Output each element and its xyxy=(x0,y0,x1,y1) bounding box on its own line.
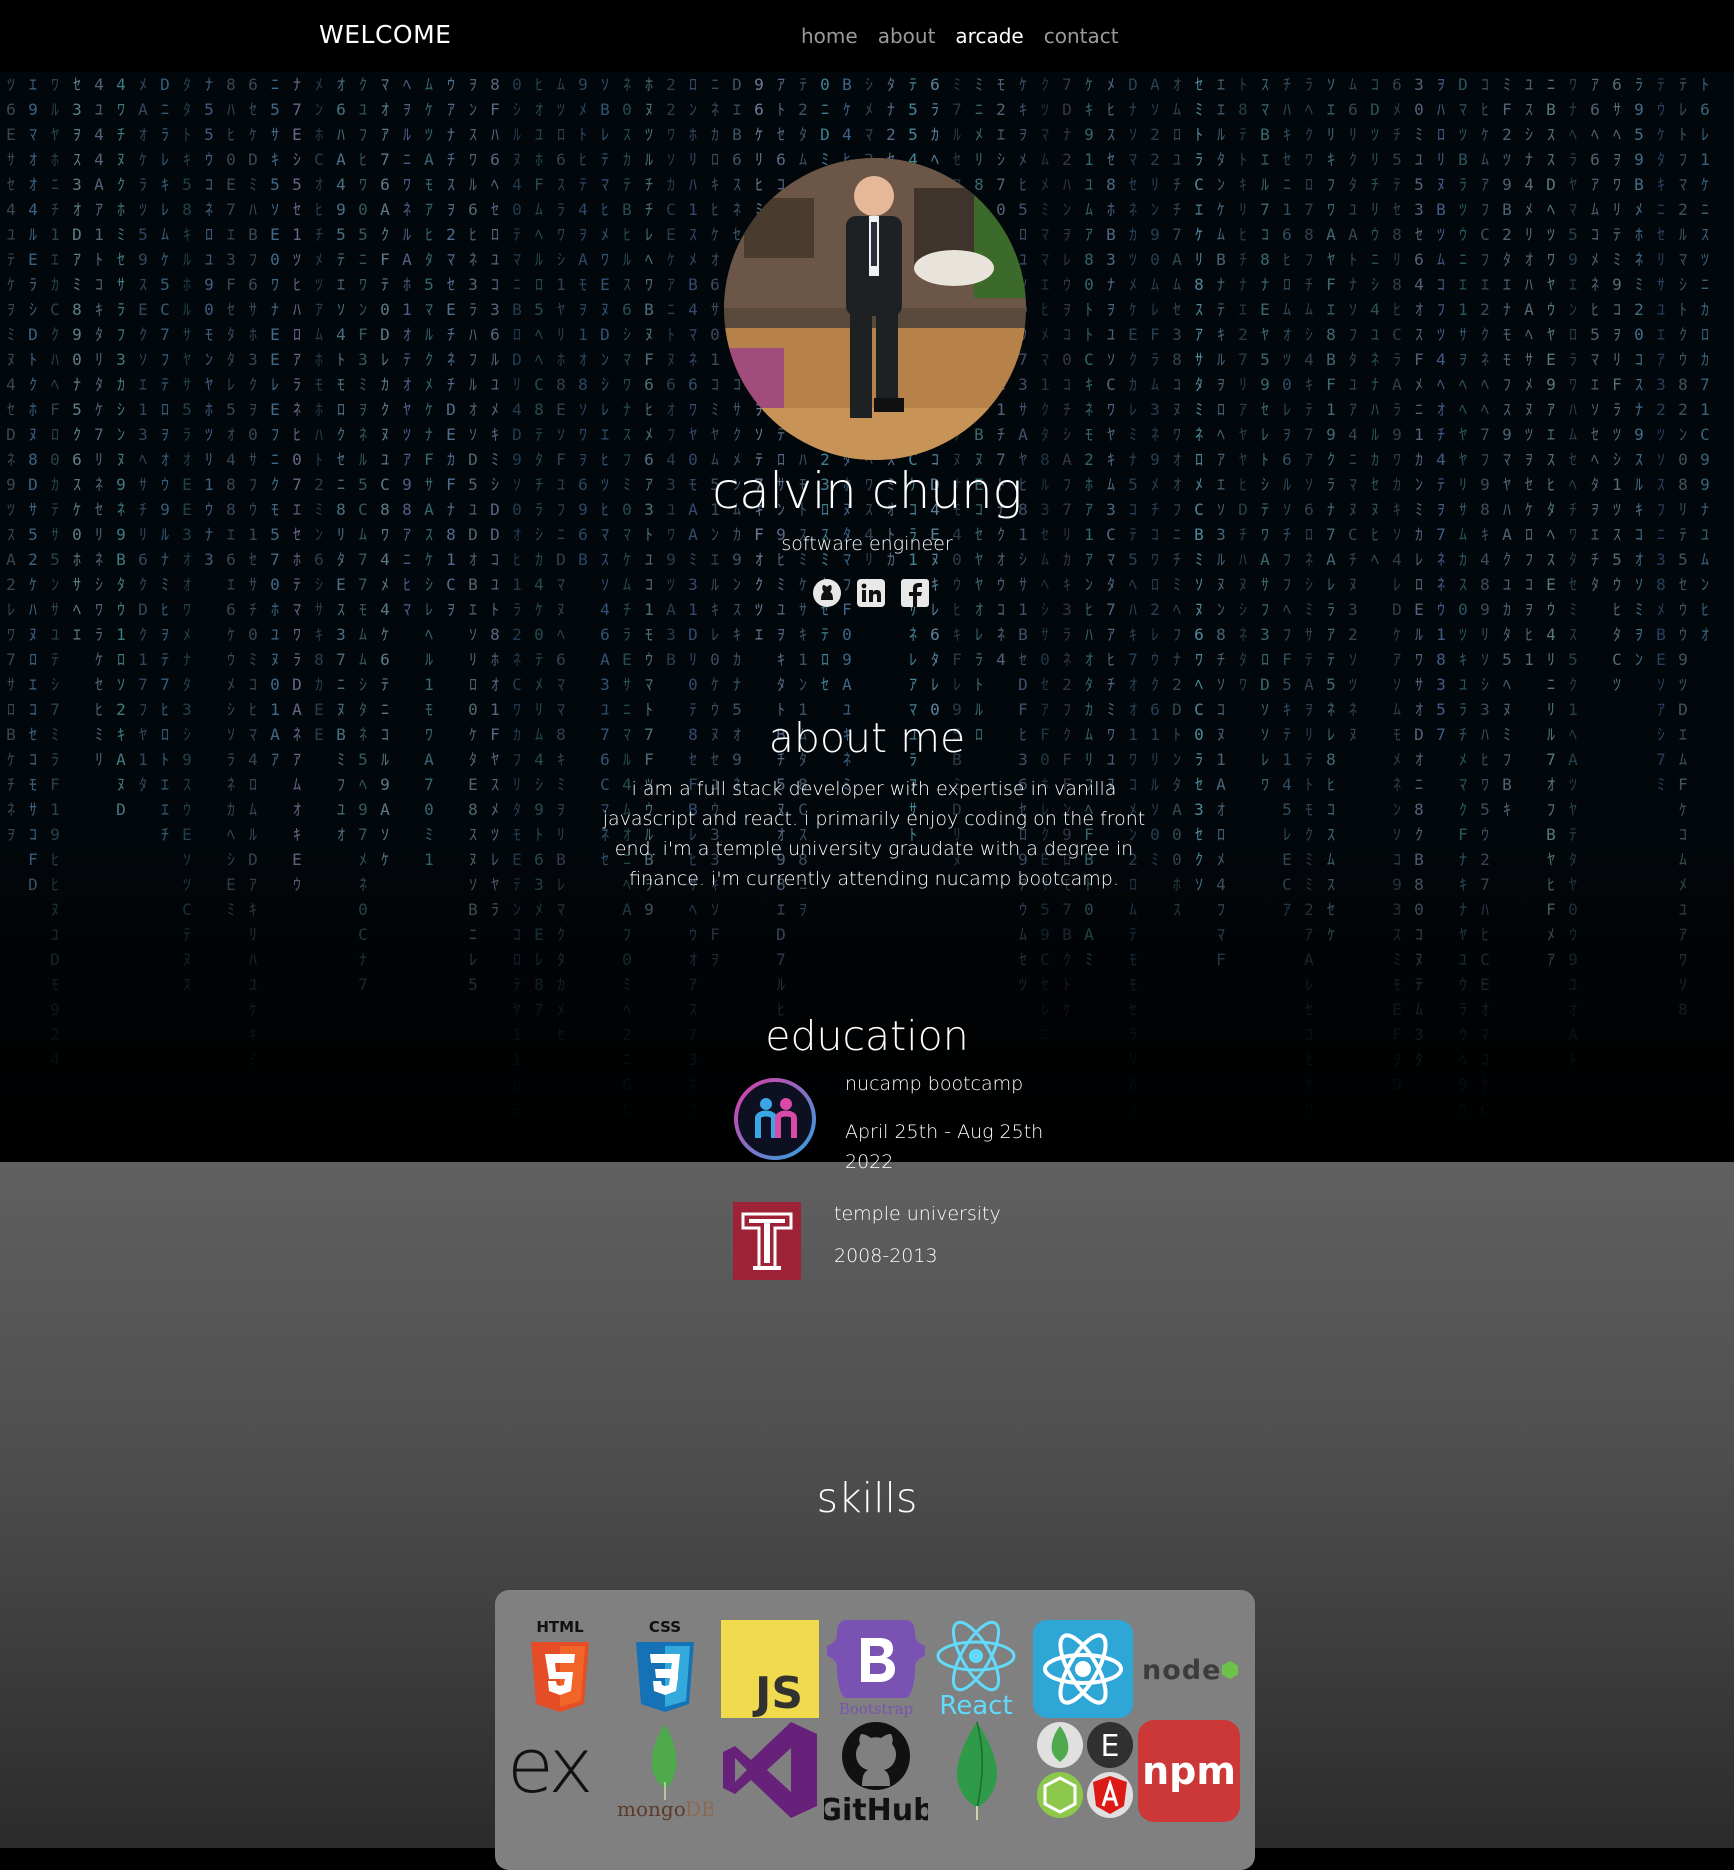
react-native-icon xyxy=(1033,1620,1133,1718)
skills-panel: HTML CSS JS Bootstrap React node ex mong… xyxy=(495,1590,1255,1870)
html-logo-text: HTML xyxy=(536,1618,584,1636)
nav-links: home about arcade contact xyxy=(801,24,1119,48)
edu-dates: April 25th - Aug 25th 2022 xyxy=(845,1121,1044,1173)
brand-title[interactable]: WELCOME xyxy=(319,20,451,49)
nav-link-home[interactable]: home xyxy=(801,24,858,48)
bootstrap-icon: Bootstrap Bootstrap xyxy=(827,1620,925,1718)
matrix-column: ﾆ 5 ｻ ｷ 5 ｿ E 0 ﾜ ﾅ E E ﾚ E ﾌ ﾆ ｸ ﾓ 5 7 … xyxy=(270,75,280,769)
matrix-column: ｴ ｴ ﾙ ﾀ ﾝ ｹ ﾑ B ﾅ ﾃ ｷ ﾙ ｦ ﾛ ﾍ ｱ ｴ ｿ 3 ﾙ … xyxy=(1216,75,1226,969)
github-icon[interactable] xyxy=(812,578,842,608)
matrix-column: ﾒ ﾋ ｽ ｾ 8 ﾎ B 3 ﾅ ｦ ﾕ ｿ C ﾜ ﾔ ｷ ﾑ 3 C ﾏ … xyxy=(1106,75,1116,794)
js-logo-text: JS xyxy=(752,1668,803,1718)
github-logo-icon: GitHub xyxy=(817,1720,935,1828)
mean-stack-icon: E xyxy=(1035,1720,1135,1820)
edu-item-temple: temple university 2008-2013 xyxy=(834,1203,1034,1267)
matrix-column: ｾ 3 ｦ ｽ 3 ｵ D ｱ ﾐ 8 9 0 ﾅ 5 ｸ 6 ｽ ｹ 0 ﾎ … xyxy=(72,75,82,644)
about-text: i am a full stack developer with experti… xyxy=(602,778,1146,890)
matrix-column: 4 ﾕ 4 4 A ｱ 1 ﾄ ｺ ｷ ﾀ ﾘ ﾀ ｹ 7 ﾘ ﾈ ｾ ﾘ ﾈ … xyxy=(94,75,104,769)
express-e-text: E xyxy=(1101,1729,1120,1764)
navbar: WELCOME home about arcade contact xyxy=(0,0,1734,72)
edu-school: nucamp bootcamp xyxy=(845,1073,1024,1095)
matrix-column: ﾃ ｳ ｹ ﾀ ｷ ﾆ ｾ ﾘ ｻ ﾕ ｴ ｱ 3 2 ﾂ ｿ ｽ ﾌ ﾆ 3 … xyxy=(1656,75,1666,794)
social-links xyxy=(812,578,930,608)
edu-dates: 2008-2013 xyxy=(834,1245,938,1267)
css-logo-text: CSS xyxy=(649,1618,681,1636)
github-logo-text: GitHub xyxy=(824,1793,928,1824)
matrix-column: ﾆ B ｽ ｽ D ﾍ ﾂ ﾜ ﾔ ｳ ﾔ E 9 ｱ ｴ ｽ ﾋ ﾀ ﾍ ｽ … xyxy=(1546,75,1556,969)
nucamp-logo xyxy=(732,1076,818,1162)
mongo-logo-text: mongo xyxy=(617,1797,686,1821)
matrix-column: ﾒ A ｵ ｹ ﾗ ﾂ 5 9 ｽ E ｸ ｿ ｴ 1 3 ﾍ ｻ ﾁ ﾘ 6 … xyxy=(138,75,148,794)
about-heading: about me xyxy=(768,714,966,762)
nav-link-arcade[interactable]: arcade xyxy=(955,24,1023,48)
node-logo-text: node xyxy=(1142,1655,1221,1686)
react-icon: React xyxy=(931,1618,1021,1721)
temple-logo xyxy=(733,1202,801,1280)
db-logo-text: DB xyxy=(685,1797,713,1821)
npm-icon: npm xyxy=(1138,1720,1240,1822)
matrix-column: ﾒ ﾝ ﾎ C ｵ ﾋ ﾁ ﾒ ﾂ ｱ ﾑ ﾎ ﾓ ﾎ ﾊ ﾄ 2 ﾐ ﾝ 6 … xyxy=(314,75,324,744)
matrix-column: 4 ﾜ ﾁ ﾇ ｸ ﾎ ﾐ ｾ ｻ ﾗ ﾌ 3 ｶ ｼ ﾝ ﾇ 9 ﾈ 9 B … xyxy=(116,75,126,819)
matrix-column: ﾐ F 2 ﾂ 9 B 2 ﾀ ｴ ﾅ ﾓ ﾓ ﾌ ｽ 9 ﾏ ﾔ ﾊ A ｸ … xyxy=(1502,75,1512,819)
matrix-column: ﾄ 6 ﾚ 1 ｹ ﾆ ｽ ﾂ ﾆ ｶ ﾛ ｶ 7 1 C 9 9 ﾅ ﾕ ﾑ … xyxy=(1700,75,1710,644)
matrix-column: ﾄ 8 ﾃ ﾄ ｷ ﾘ ﾋ ﾁ ﾅ ｴ 2 7 ﾘ ｱ ﾔ ﾔ ﾋ D ﾁ ﾊ … xyxy=(1238,75,1248,694)
profile-name: calvin chung xyxy=(712,462,1022,520)
profile-role: software engineer xyxy=(781,533,953,555)
bootstrap-logo-text: Bootstrap xyxy=(839,1700,914,1718)
matrix-column: 6 ｻ ﾍ ｦ ﾜ ﾘ ﾃ ﾐ 9 ｺ ｦ ﾘ F ﾗ ﾂ ｼ 1 ﾂ ｽ 5 … xyxy=(1612,75,1622,694)
html5-icon: HTML xyxy=(525,1618,595,1718)
matrix-column: ｽ ﾏ B ｴ ﾙ 7 ｺ 8 ﾅ E ﾔ 5 9 ｾ ﾚ ﾄ ｼ ﾃ ﾜ A … xyxy=(1260,75,1270,794)
skills-heading: skills xyxy=(816,1474,918,1522)
matrix-column: 2 2 ﾜ ｿ ｶ C E ｹ ｱ ﾆ ﾄ ﾇ 6 ｵ ﾌ 4 3 ﾕ ﾜ 9 … xyxy=(666,75,676,669)
npm-logo-text: npm xyxy=(1142,1749,1236,1793)
nodejs-icon: node xyxy=(1140,1650,1240,1690)
mongodb-icon: mongo DB xyxy=(613,1722,716,1822)
react-logo-text: React xyxy=(939,1691,1012,1718)
javascript-icon: JS xyxy=(721,1620,819,1719)
matrix-column: ｦ ﾊ ﾛ ﾘ ﾇ B ﾂ ﾑ ｺ ﾌ ﾂ 4 ﾍ ｵ ﾁ 4 ﾃ ｦ 7 ﾈ … xyxy=(1436,75,1446,744)
education-heading: education xyxy=(765,1012,969,1060)
edu-school: temple university xyxy=(834,1203,1001,1225)
matrix-column: ﾗ 9 5 9 B ﾒ ﾎ ﾈ ﾐ 2 0 ｺ ｽ ﾅ 9 ｽ ﾙ ｷ ｺ ｵ … xyxy=(1634,75,1644,669)
svg-text:ex: ex xyxy=(507,1728,589,1808)
nav-link-contact[interactable]: contact xyxy=(1044,24,1119,48)
matrix-column: ﾑ 6 ﾘ ｸ ﾀ ﾕ A ﾄ ﾅ ｿ ﾌ ﾀ ﾕ ｱ 4 ﾆ ﾏ ﾇ C ﾁ … xyxy=(1348,75,1358,744)
edu-item-nucamp: nucamp bootcamp April 25th - Aug 25th 20… xyxy=(845,1073,1045,1177)
visual-studio-icon xyxy=(721,1720,819,1820)
profile-photo xyxy=(724,158,1026,460)
linkedin-icon[interactable] xyxy=(856,578,886,608)
express-icon: ex xyxy=(507,1721,607,1810)
mongodb-leaf-icon xyxy=(947,1720,1007,1824)
matrix-column: ﾕ ｽ ｼ ﾅ 4 ﾒ ﾘ ｵ ﾊ A ﾍ ｻ ﾒ ﾇ ﾂ ｦ ｾ ｹ ﾛ ﾌ … xyxy=(1524,75,1534,669)
facebook-icon[interactable] xyxy=(900,578,930,608)
nav-link-about[interactable]: about xyxy=(878,24,936,48)
matrix-column: D ｴ B 6 ｽ ﾈ ｾ ﾅ E ﾑ 7 ｵ ｺ ｻ ｸ ﾒ ﾝ ﾑ ｶ 9 … xyxy=(732,75,742,794)
css3-icon: CSS xyxy=(630,1618,700,1718)
